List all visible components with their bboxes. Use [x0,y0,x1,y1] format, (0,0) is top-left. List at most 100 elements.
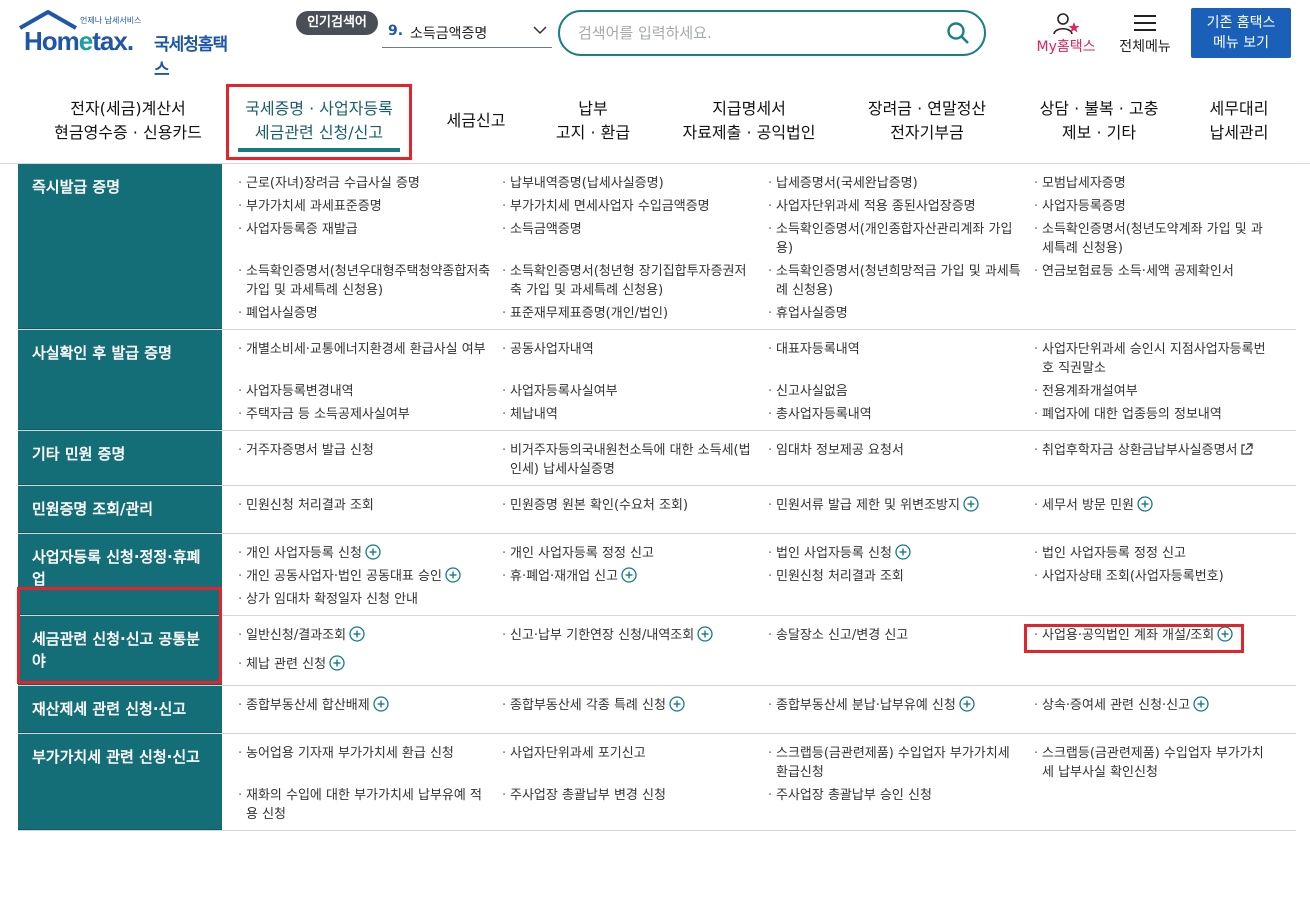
menu-link[interactable]: 폐업사실증명 [236,304,500,323]
menu-link[interactable]: 민원신청 처리결과 조회 [236,496,500,527]
menu-link[interactable]: 사업자등록증 재발급 [236,220,500,258]
menu-link[interactable]: 근로(자녀)장려금 수급사실 증명 [236,174,500,193]
plus-circle-icon[interactable] [1137,496,1153,512]
menu-section: 즉시발급 증명 근로(자녀)장려금 수급사실 증명 납부내역증명(납세사실증명) 납세… [18,164,1296,330]
search-icon[interactable] [946,21,970,45]
menu-link[interactable]: 일반신청/결과조회 [236,626,500,651]
menu-link[interactable]: 사업자등록사실여부 [500,382,766,401]
plus-circle-icon[interactable] [959,696,975,712]
menu-link[interactable]: 세무서 방문 민원 [1032,496,1282,527]
plus-circle-icon[interactable] [1193,696,1209,712]
menu-link[interactable]: 스크랩등(금관련제품) 수입업자 부가가치세 환급신청 [766,744,1032,782]
menu-link[interactable]: 법인 사업자등록 신청 [766,544,1032,563]
menu-link[interactable]: 주택자금 등 소득공제사실여부 [236,405,500,424]
menu-link[interactable]: 임대차 정보제공 요청서 [766,441,1032,479]
menu-link[interactable]: 부가가치세 과세표준증명 [236,197,500,216]
menu-link[interactable]: 소득확인증명서(개인종합자산관리계좌 가입용) [766,220,1032,258]
menu-link[interactable]: 주사업장 총괄납부 승인 신청 [766,786,1032,824]
menu-link[interactable]: 소득확인증명서(청년형 장기집합투자증권저축 가입 및 과세특례 신청용) [500,262,766,300]
menu-link[interactable]: 사업자단위과세 포기신고 [500,744,766,782]
menu-link[interactable]: 휴업사실증명 [766,304,1032,323]
popular-search-dropdown[interactable]: 9. 소득금액증명 [382,18,552,48]
menu-link[interactable]: 재화의 수입에 대한 부가가치세 납부유예 적용 신청 [236,786,500,824]
menu-link[interactable]: 소득확인증명서(청년우대형주택청약종합저축 가입 및 과세특례 신청용) [236,262,500,300]
menu-link[interactable]: 부가가치세 면세사업자 수입금액증명 [500,197,766,216]
menu-link[interactable]: 사업용·공익법인 계좌 개설/조회 [1032,626,1282,651]
menu-link[interactable]: 사업자상태 조회(사업자등록번호) [1032,567,1282,586]
menu-link[interactable]: 전용계좌개설여부 [1032,382,1282,401]
plus-circle-icon[interactable] [365,544,381,560]
menu-link[interactable]: 개인 사업자등록 신청 [236,544,500,563]
menu-link[interactable]: 개별소비세·교통에너지환경세 환급사실 여부 [236,340,500,378]
menu-link[interactable]: 개인 공동사업자·법인 공동대표 승인 [236,567,500,586]
plus-circle-icon[interactable] [445,567,461,583]
nav-item-e-invoice[interactable]: 전자(세금)계산서 현금영수증 · 신용카드 [40,82,216,160]
menu-link[interactable]: 민원증명 원본 확인(수요처 조회) [500,496,766,527]
menu-link[interactable]: 종합부동산세 분납·납부유예 신청 [766,696,1032,727]
plus-circle-icon[interactable] [1217,626,1233,642]
menu-link[interactable]: 소득확인증명서(청년희망적금 가입 및 과세특례 신청용) [766,262,1032,300]
nav-item-payment[interactable]: 납부 고지 · 환급 [540,82,646,160]
plus-circle-icon[interactable] [621,567,637,583]
menu-link[interactable]: 표준재무제표증명(개인/법인) [500,304,766,323]
menu-link[interactable]: 상속·증여세 관련 신청·신고 [1032,696,1282,727]
menu-link[interactable]: 비거주자등의국내원천소득에 대한 소득세(법인세) 납세사실증명 [500,441,766,479]
menu-link[interactable]: 납세증명서(국세완납증명) [766,174,1032,193]
external-link-icon[interactable] [1240,443,1253,456]
my-hometax-button[interactable]: My홈택스 [1030,12,1102,56]
menu-link[interactable]: 스크랩등(금관련제품) 수입업자 부가가치세 납부사실 확인신청 [1032,744,1282,782]
plus-circle-icon[interactable] [697,626,713,642]
menu-link[interactable]: 폐업자에 대한 업종등의 정보내역 [1032,405,1282,424]
menu-link[interactable]: 소득금액증명 [500,220,766,258]
menu-link[interactable]: 사업자등록변경내역 [236,382,500,401]
menu-link[interactable]: 체납 관련 신청 [236,655,500,680]
nav-item-tax-agent[interactable]: 세무대리 납세관리 [1192,82,1286,160]
menu-link[interactable]: 주사업장 총괄납부 변경 신청 [500,786,766,824]
menu-link-label: 휴업사실증명 [776,306,848,321]
menu-link[interactable]: 납부내역증명(납세사실증명) [500,174,766,193]
hometax-logo[interactable]: 언제나 납세서비스 Hometax. 국세청홈택스 [18,10,233,80]
menu-link[interactable]: 사업자등록증명 [1032,197,1282,216]
old-menu-line2: 메뉴 보기 [1213,35,1269,51]
menu-link[interactable]: 총사업자등록내역 [766,405,1032,424]
menu-link[interactable]: 송달장소 신고/변경 신고 [766,626,1032,651]
menu-section: 재산제세 관련 신청·신고종합부동산세 합산배제종합부동산세 각종 특례 신청종… [18,686,1296,734]
all-menu-button[interactable]: 전체메뉴 [1112,12,1178,56]
menu-link[interactable]: 사업자단위과세 적용 종된사업장증명 [766,197,1032,216]
menu-link[interactable]: 취업후학자금 상환금납부사실증명서 [1032,441,1282,479]
menu-link[interactable]: 종합부동산세 각종 특례 신청 [500,696,766,727]
logo-korean-name: 국세청홈택스 [154,35,228,80]
nav-item-tax-filing[interactable]: 세금신고 [432,82,520,160]
menu-link[interactable]: 휴·폐업·재개업 신고 [500,567,766,586]
nav-item-incentive[interactable]: 장려금 · 연말정산 전자기부금 [852,82,1002,160]
plus-circle-icon[interactable] [373,696,389,712]
menu-link[interactable]: 공동사업자내역 [500,340,766,378]
plus-circle-icon[interactable] [329,654,345,671]
menu-link[interactable]: 개인 사업자등록 정정 신고 [500,544,766,563]
old-menu-button[interactable]: 기존 홈택스 메뉴 보기 [1191,8,1291,58]
nav-item-certificate-registration[interactable]: 국세증명 · 사업자등록 세금관련 신청/신고 [226,82,412,160]
menu-link[interactable]: 모범납세자증명 [1032,174,1282,193]
nav-item-payment-statement[interactable]: 지급명세서 자료제출 · 공익법인 [664,82,834,160]
menu-link[interactable]: 법인 사업자등록 정정 신고 [1032,544,1282,563]
menu-link[interactable]: 체납내역 [500,405,766,424]
search-input[interactable] [578,20,918,46]
menu-link[interactable]: 상가 임대차 확정일자 신청 안내 [236,590,500,609]
menu-link[interactable]: 신고·납부 기한연장 신청/내역조회 [500,626,766,651]
menu-link[interactable]: 농어업용 기자재 부가가치세 환급 신청 [236,744,500,782]
nav-item-consult[interactable]: 상담 · 불복 · 고충 제보 · 기타 [1022,82,1176,160]
menu-link[interactable]: 사업자단위과세 승인시 지점사업자등록번호 직권말소 [1032,340,1282,378]
menu-link[interactable]: 거주자증명서 발급 신청 [236,441,500,479]
menu-link[interactable]: 민원신청 처리결과 조회 [766,567,1032,586]
plus-circle-icon[interactable] [895,544,911,560]
menu-link[interactable]: 신고사실없음 [766,382,1032,401]
menu-link[interactable]: 민원서류 발급 제한 및 위변조방지 [766,496,1032,527]
menu-link-label: 공동사업자내역 [510,342,594,357]
menu-link[interactable]: 소득확인증명서(청년도약계좌 가입 및 과세특례 신청용) [1032,220,1282,258]
plus-circle-icon[interactable] [669,696,685,712]
plus-circle-icon[interactable] [349,626,365,642]
menu-link[interactable]: 종합부동산세 합산배제 [236,696,500,727]
menu-link[interactable]: 연금보험료등 소득·세액 공제확인서 [1032,262,1282,300]
menu-link[interactable]: 대표자등록내역 [766,340,1032,378]
plus-circle-icon[interactable] [963,496,979,512]
